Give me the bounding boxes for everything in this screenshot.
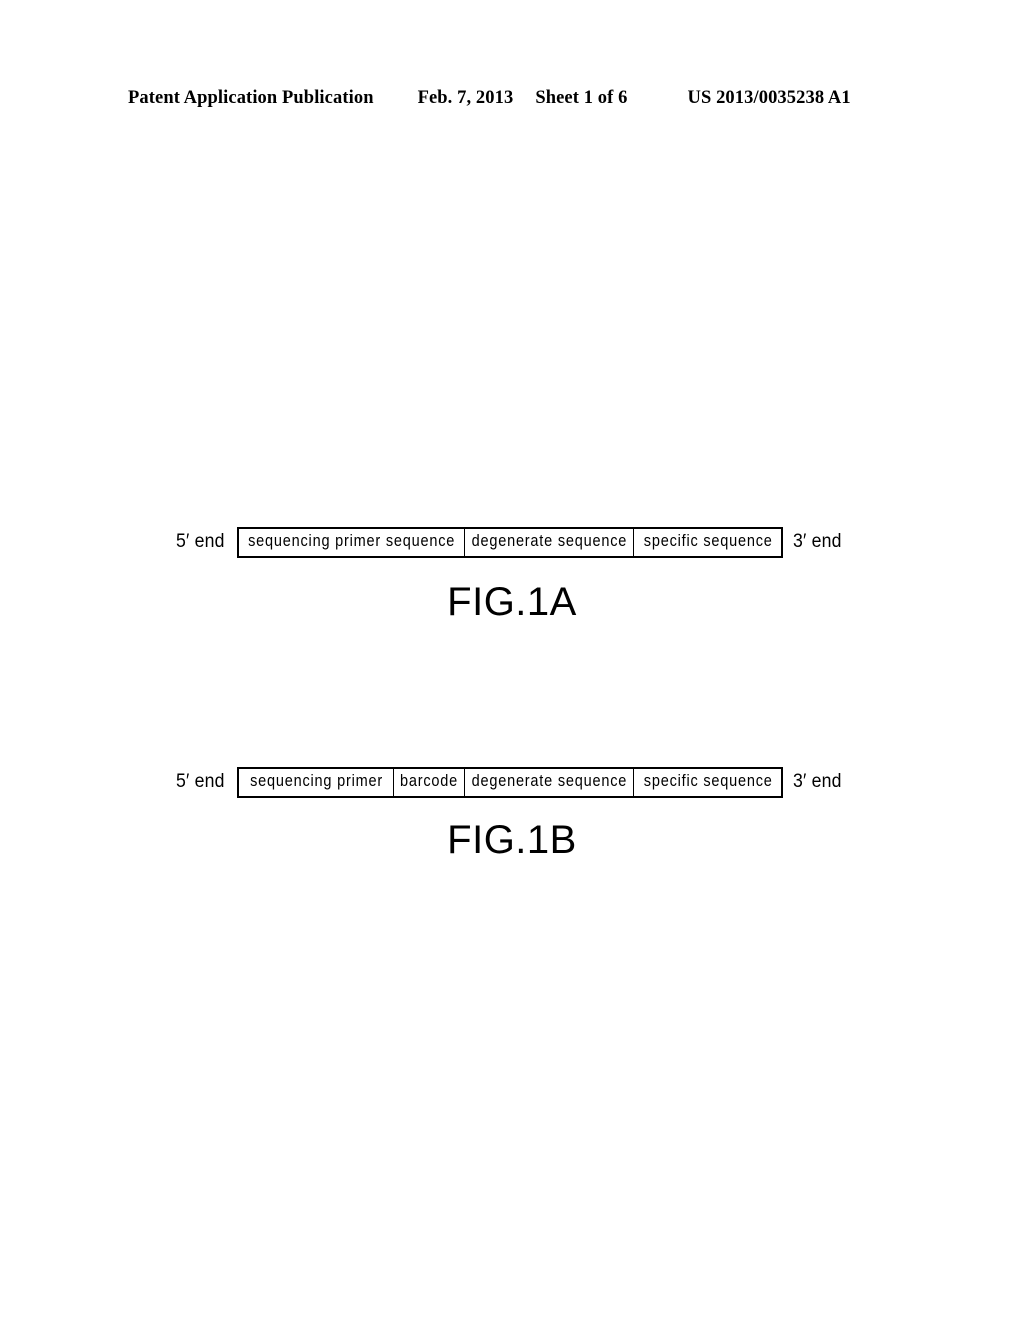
figure-1b: 5′ end sequencing primer barcode degener… bbox=[0, 760, 1024, 862]
segment-sequencing-primer-sequence: sequencing primer sequence bbox=[239, 528, 466, 556]
publication-title: Patent Application Publication bbox=[128, 88, 374, 108]
sheet-number: Sheet 1 of 6 bbox=[535, 88, 628, 108]
construct-diagram-1a: 5′ end sequencing primer sequence degene… bbox=[0, 520, 1024, 564]
segment-label: barcode bbox=[400, 772, 459, 791]
construct-box-1a: sequencing primer sequence degenerate se… bbox=[237, 526, 784, 558]
five-prime-end-label-1a: 5′ end bbox=[176, 531, 225, 552]
segment-specific-sequence: specific sequence bbox=[634, 769, 781, 796]
segment-degenerate-sequence: degenerate sequence bbox=[465, 768, 635, 796]
page-header: Patent Application Publication Feb. 7, 2… bbox=[128, 88, 890, 114]
segment-degenerate-sequence: degenerate sequence bbox=[465, 528, 635, 556]
segment-specific-sequence: specific sequence bbox=[634, 529, 781, 556]
segment-label: degenerate sequence bbox=[471, 532, 628, 551]
figure-1a: 5′ end sequencing primer sequence degene… bbox=[0, 520, 1024, 624]
three-prime-end-label-1a: 3′ end bbox=[793, 531, 842, 552]
segment-sequencing-primer: sequencing primer bbox=[239, 768, 395, 796]
segment-label: sequencing primer bbox=[249, 772, 383, 791]
three-prime-end-label-1b: 3′ end bbox=[793, 771, 842, 792]
segment-label: degenerate sequence bbox=[471, 772, 628, 791]
segment-label: specific sequence bbox=[643, 532, 773, 551]
figure-caption-1a: FIG.1A bbox=[447, 580, 577, 624]
construct-box-1b: sequencing primer barcode degenerate seq… bbox=[237, 766, 784, 798]
construct-diagram-1b: 5′ end sequencing primer barcode degener… bbox=[0, 760, 1024, 804]
publication-date: Feb. 7, 2013 bbox=[417, 88, 514, 108]
segment-label: sequencing primer sequence bbox=[248, 532, 456, 551]
segment-barcode: barcode bbox=[394, 768, 466, 796]
figure-caption-1b: FIG.1B bbox=[447, 818, 577, 862]
five-prime-end-label-1b: 5′ end bbox=[176, 771, 225, 792]
publication-number: US 2013/0035238 A1 bbox=[687, 88, 851, 108]
segment-label: specific sequence bbox=[643, 772, 773, 791]
